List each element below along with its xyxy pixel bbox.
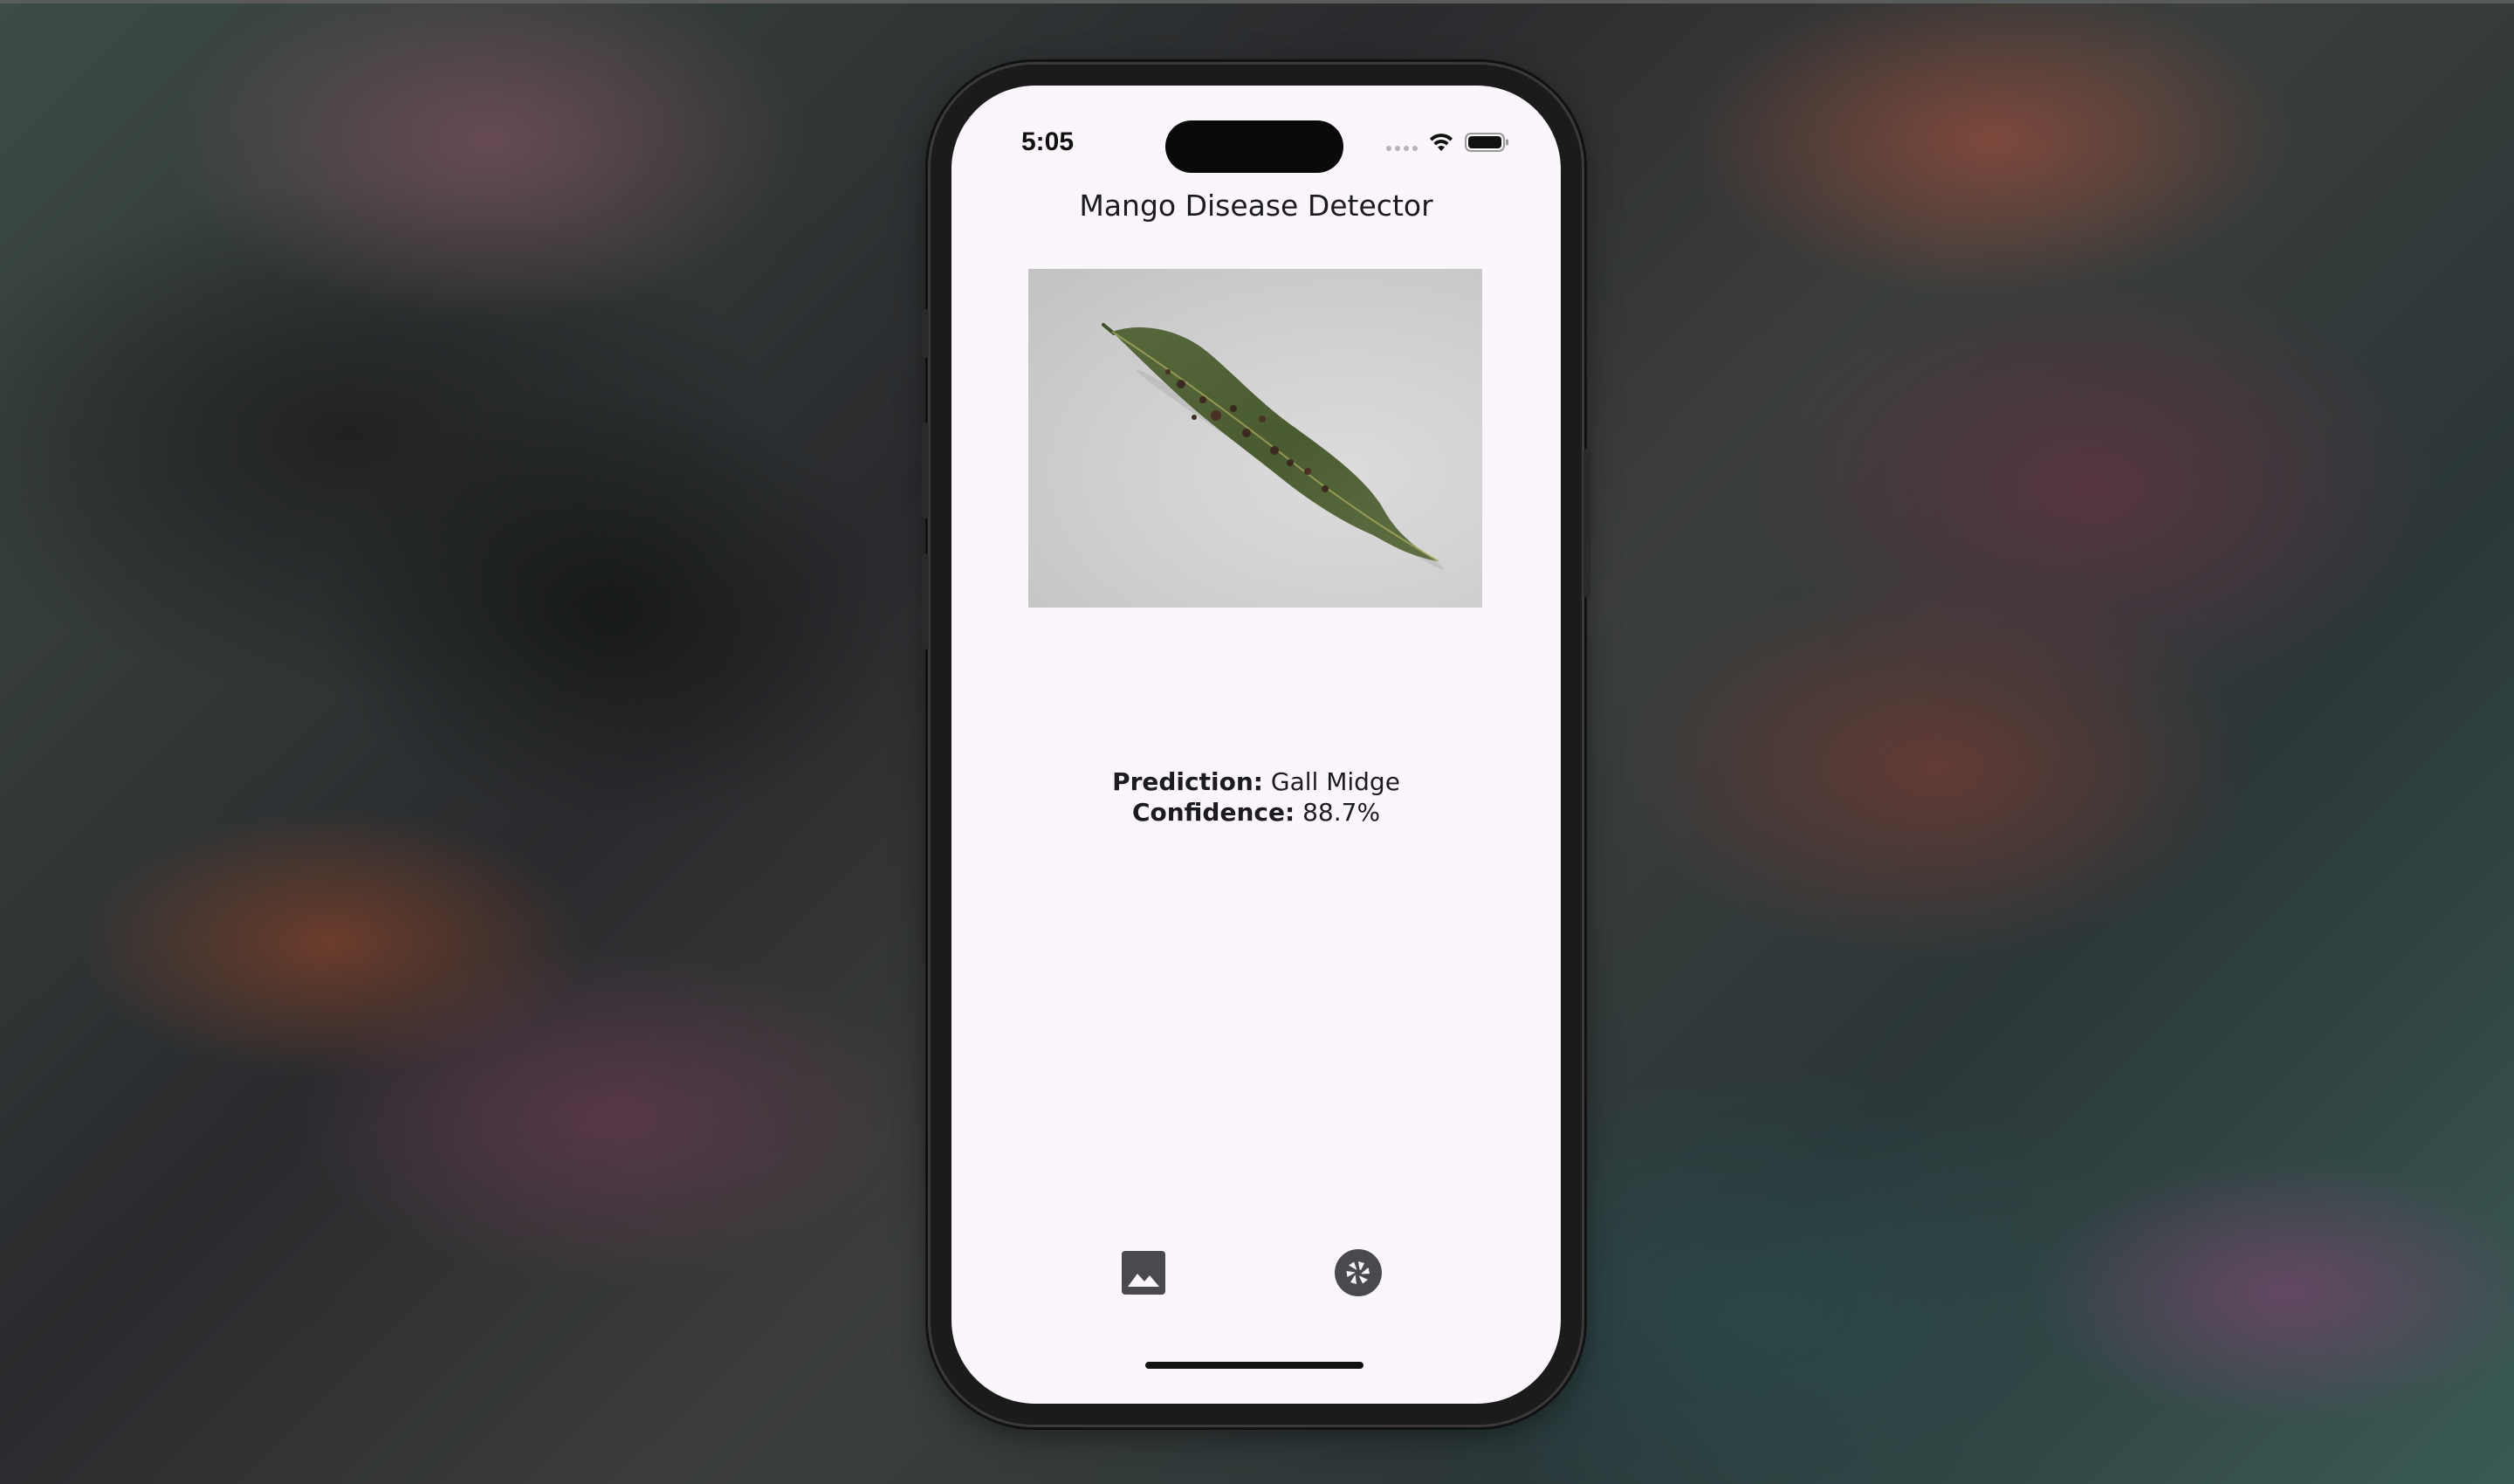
gallery-button[interactable] — [1117, 1247, 1170, 1299]
confidence-value: 88.7% — [1302, 798, 1381, 827]
window-top-edge — [0, 0, 2514, 3]
camera-shutter-icon — [1335, 1249, 1382, 1296]
desktop-background: 5:05 Mango Disease Detector Prediction: … — [0, 0, 2514, 1484]
prediction-value: Gall Midge — [1270, 767, 1400, 796]
volume-down-button — [922, 553, 929, 649]
confidence-line: Confidence: 88.7% — [951, 797, 1561, 828]
home-indicator[interactable] — [1145, 1362, 1363, 1369]
camera-button[interactable] — [1330, 1245, 1386, 1301]
status-icons — [1386, 129, 1510, 155]
phone-screen: 5:05 Mango Disease Detector Prediction: … — [951, 86, 1561, 1404]
battery-icon — [1465, 132, 1510, 153]
prediction-label: Prediction: — [1112, 767, 1263, 796]
action-bar — [951, 1238, 1561, 1308]
wifi-icon — [1428, 132, 1454, 153]
image-gallery-icon — [1122, 1251, 1165, 1295]
phone-frame: 5:05 Mango Disease Detector Prediction: … — [922, 65, 1590, 1425]
app-title: Mango Disease Detector — [1079, 189, 1433, 223]
status-time: 5:05 — [1020, 127, 1075, 156]
prediction-result: Prediction: Gall Midge Confidence: 88.7% — [951, 766, 1561, 828]
silent-switch — [922, 309, 929, 358]
confidence-label: Confidence: — [1131, 798, 1295, 827]
signal-dots-icon — [1386, 134, 1418, 151]
dynamic-island — [1165, 120, 1343, 173]
volume-up-button — [922, 423, 929, 519]
prediction-line: Prediction: Gall Midge — [951, 766, 1561, 797]
leaf-photo — [1028, 269, 1482, 608]
power-button — [1583, 449, 1590, 597]
